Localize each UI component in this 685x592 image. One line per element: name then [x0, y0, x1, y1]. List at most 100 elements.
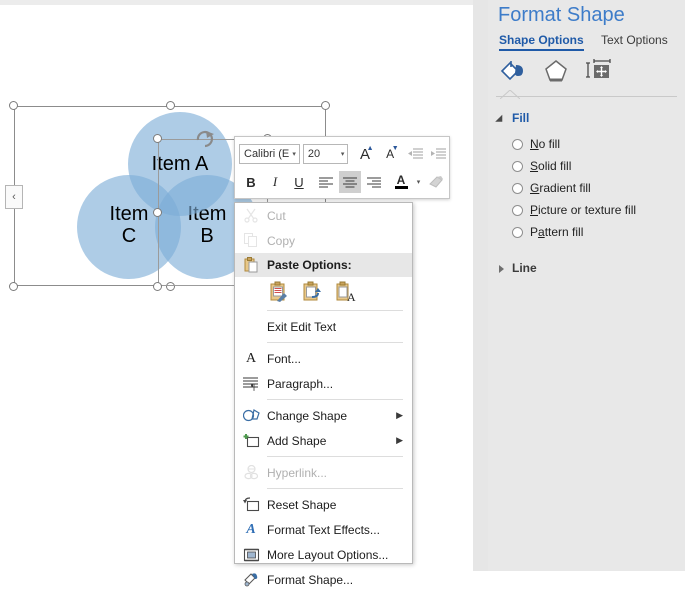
shape-handle-middle-left[interactable]: [153, 208, 162, 217]
effects-icon[interactable]: [541, 57, 575, 85]
radio-no-fill-label: No fill: [530, 137, 561, 151]
menu-item-format-text-effects[interactable]: A Format Text Effects...: [235, 517, 412, 542]
menu-item-paste-options: Paste Options:: [235, 253, 412, 277]
size-and-properties-icon[interactable]: [584, 57, 618, 85]
menu-item-exit-edit-text[interactable]: Exit Edit Text: [235, 314, 412, 339]
add-shape-icon: [235, 428, 267, 453]
radio-pattern-fill[interactable]: Pattern fill: [512, 221, 583, 243]
menu-item-cut[interactable]: Cut: [235, 203, 412, 228]
tab-active-underline: [499, 49, 584, 51]
align-center-icon: [343, 176, 357, 188]
text-pane-toggle[interactable]: ‹: [5, 185, 23, 209]
canvas-panel-gap: [473, 0, 488, 571]
rotate-icon[interactable]: [194, 127, 216, 149]
radio-icon[interactable]: [512, 204, 523, 216]
paste-options-label: Paste Options:: [267, 258, 352, 272]
menu-item-add-shape[interactable]: Add Shape ▶: [235, 428, 412, 453]
font-color-dropdown[interactable]: ▾: [412, 171, 422, 193]
align-right-button[interactable]: [363, 171, 385, 193]
align-left-button[interactable]: [315, 171, 337, 193]
menu-item-copy[interactable]: Copy: [235, 228, 412, 253]
section-line-label[interactable]: Line: [512, 261, 537, 275]
menu-item-hyperlink[interactable]: Hyperlink...: [235, 460, 412, 485]
menu-item-copy-label: Copy: [267, 233, 296, 248]
radio-icon[interactable]: [512, 226, 523, 238]
radio-icon[interactable]: [512, 182, 523, 194]
tab-text-options[interactable]: Text Options: [601, 33, 668, 47]
increase-indent-button[interactable]: [428, 143, 449, 165]
chevron-down-icon: ▾: [292, 151, 296, 158]
font-name-combo[interactable]: Calibri (E ▾: [239, 144, 300, 164]
tab-shape-options[interactable]: Shape Options: [499, 33, 584, 51]
paste-keep-source-formatting-icon[interactable]: [269, 281, 290, 303]
menu-separator-2: [267, 342, 403, 343]
chevron-right-icon: ▶: [396, 435, 403, 445]
radio-solid-fill[interactable]: Solid fill: [512, 155, 571, 177]
panel-divider: [496, 96, 677, 97]
radio-icon[interactable]: [512, 160, 523, 172]
shrink-font-button[interactable]: A ▼: [380, 143, 401, 165]
resize-handle-top-center[interactable]: [166, 101, 175, 110]
paste-options-icons: A: [235, 277, 412, 307]
resize-handle-bottom-left[interactable]: [9, 282, 18, 291]
bold-button[interactable]: B: [240, 171, 262, 193]
resize-handle-top-right[interactable]: [321, 101, 330, 110]
reset-shape-icon: [235, 492, 267, 517]
tab-text-options-label: Text Options: [601, 33, 668, 47]
layout-options-icon: [235, 542, 267, 567]
font-size-combo[interactable]: 20 ▾: [302, 144, 349, 164]
chevron-down-icon: ▾: [340, 151, 345, 158]
menu-item-change-shape[interactable]: Change Shape ▶: [235, 403, 412, 428]
shape-handle-top-left[interactable]: [153, 134, 162, 143]
menu-item-format-text-effects-label: Format Text Effects...: [267, 522, 380, 537]
menu-separator-1: [267, 310, 403, 311]
scissors-icon: [235, 203, 267, 228]
menu-item-reset-shape[interactable]: Reset Shape: [235, 492, 412, 517]
panel-icon-tabs: [498, 57, 618, 87]
fill-and-line-icon[interactable]: [498, 57, 532, 85]
format-shape-panel[interactable]: Format Shape Shape Options Text Options: [488, 0, 685, 571]
radio-gradient-fill[interactable]: Gradient fill: [512, 177, 591, 199]
chevron-down-icon: ▾: [416, 179, 421, 186]
menu-item-more-layout-options[interactable]: More Layout Options...: [235, 542, 412, 567]
resize-handle-top-left[interactable]: [9, 101, 18, 110]
radio-no-fill[interactable]: No fill: [512, 133, 560, 155]
paste-use-destination-theme-icon[interactable]: [302, 281, 323, 303]
menu-item-font[interactable]: A Font...: [235, 346, 412, 371]
decrease-indent-button[interactable]: [405, 143, 426, 165]
section-fill-label[interactable]: Fill: [512, 111, 529, 125]
radio-pattern-fill-label: Pattern fill: [530, 225, 584, 239]
menu-item-format-shape-label: Format Shape...: [267, 572, 354, 587]
align-center-button[interactable]: [339, 171, 361, 193]
menu-item-paragraph[interactable]: ¶ Paragraph...: [235, 371, 412, 396]
align-left-icon: [319, 176, 333, 188]
font-color-button[interactable]: A: [390, 171, 412, 193]
caret-up-icon: ▲: [366, 145, 374, 152]
paste-icon: [235, 253, 267, 278]
menu-separator-5: [267, 488, 403, 489]
menu-item-exit-edit-text-label: Exit Edit Text: [267, 319, 337, 334]
svg-text:¶: ¶: [251, 382, 255, 391]
menu-item-add-shape-label: Add Shape: [267, 433, 327, 448]
radio-icon[interactable]: [512, 138, 523, 150]
fill-expand-triangle[interactable]: [495, 114, 506, 126]
paste-text-only-icon[interactable]: A: [335, 281, 356, 304]
svg-text:A: A: [347, 290, 356, 303]
format-painter-button[interactable]: [425, 171, 447, 193]
shape-handle-bottom-left[interactable]: [153, 282, 162, 291]
paragraph-icon: ¶: [235, 371, 267, 396]
copy-icon: [235, 228, 267, 253]
radio-solid-fill-label: Solid fill: [530, 159, 572, 173]
font-size-value: 20: [307, 148, 321, 160]
line-expand-triangle[interactable]: [499, 265, 504, 273]
mini-formatting-toolbar[interactable]: Calibri (E ▾ 20 ▾ A ▲ A ▼ B I U A ▾: [234, 136, 450, 199]
underline-button[interactable]: U: [288, 171, 310, 193]
context-menu[interactable]: Cut Copy Paste Options: A Exit Edit Text…: [234, 202, 413, 587]
menu-item-paragraph-label: Paragraph...: [267, 376, 334, 391]
tab-shape-options-label: Shape Options: [499, 33, 584, 47]
italic-button[interactable]: I: [264, 171, 286, 193]
grow-font-button[interactable]: A ▲: [354, 143, 375, 165]
font-color-swatch: [394, 186, 408, 189]
menu-item-cut-label: Cut: [267, 208, 286, 223]
radio-picture-or-texture-fill[interactable]: Picture or texture fill: [512, 199, 636, 221]
